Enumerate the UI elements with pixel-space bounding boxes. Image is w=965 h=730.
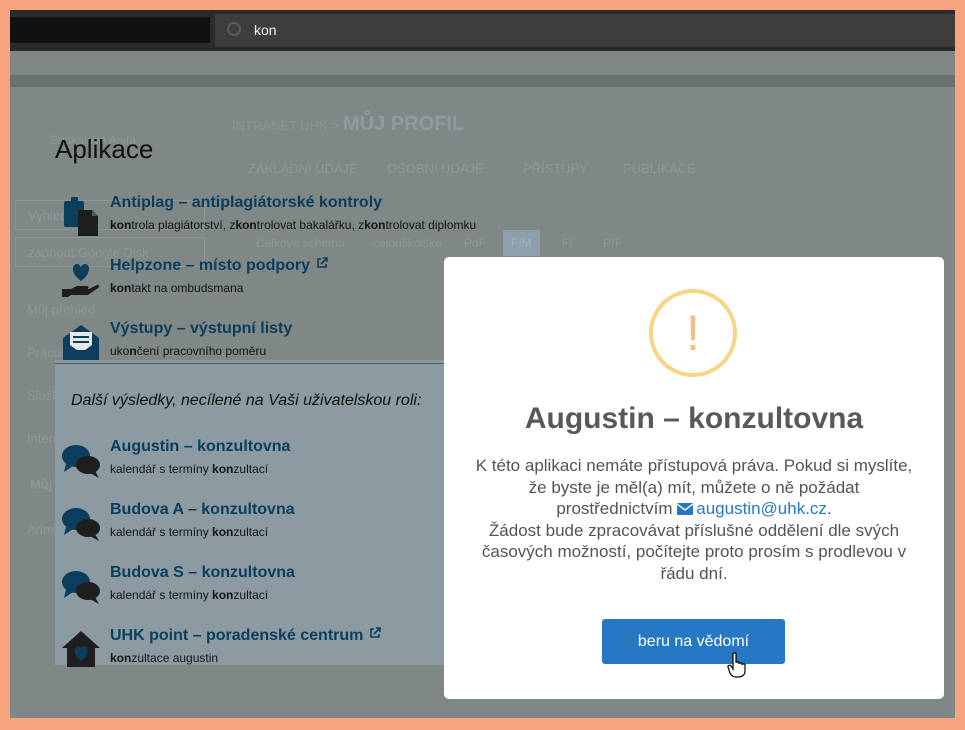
filter-5[interactable]: PřF [595, 230, 630, 256]
match-highlight: kon [110, 218, 132, 232]
desc-text: čení pracovního poměru [136, 344, 267, 358]
chat-bubbles-icon [62, 571, 100, 604]
app-title: Výstupy – výstupní listy [110, 320, 293, 337]
warning-glyph: ! [686, 305, 700, 361]
app-item-budova-s[interactable]: Budova S – konzultovna kalendář s termín… [60, 564, 445, 614]
match-highlight: n [129, 344, 137, 358]
desc-text: zultací [233, 588, 269, 602]
browser-viewport: kon Soukalová Anita INTRANET UHK > MŮJ PR… [10, 10, 955, 718]
warning-icon: ! [649, 289, 737, 377]
results-divider [55, 363, 445, 364]
match-highlight: kon [110, 651, 132, 665]
match-highlight: kon [364, 218, 386, 232]
app-description: kalendář s termíny konzultací [110, 462, 268, 476]
search-query-text: kon [254, 22, 277, 38]
acknowledge-button[interactable]: beru na vědomí [602, 619, 785, 664]
access-denied-dialog: ! Augustin – konzultovna K této aplikaci… [444, 257, 944, 699]
match-highlight: kon [212, 462, 234, 476]
desc-text: trola plagiátorství, z [131, 218, 236, 232]
app-item-antiplag[interactable]: Antiplag – antiplagiátorské kontroly kon… [60, 194, 476, 244]
tab-2[interactable]: PŘÍSTUPY [523, 161, 588, 176]
email-address: augustin@uhk.cz [696, 499, 827, 518]
search-icon [227, 22, 241, 36]
dialog-title: Augustin – konzultovna [524, 402, 864, 435]
desc-text: trolovat bakalářku, z [256, 218, 365, 232]
app-description: kalendář s termíny konzultací [110, 525, 268, 539]
envelope-icon [63, 325, 99, 360]
desc-text: kalendář s termíny [110, 588, 213, 602]
desc-text: kalendář s termíny [110, 525, 213, 539]
mail-icon [676, 503, 694, 515]
search-input[interactable]: kon [215, 14, 955, 47]
filter-4[interactable]: FF [554, 230, 585, 256]
desc-text: zultace augustin [131, 651, 219, 665]
app-item-helpzone[interactable]: Helpzone – místo podpory kontakt na ombu… [60, 257, 445, 307]
external-link-icon [370, 627, 382, 638]
app-title: UHK point – poradenské centrum [110, 627, 382, 645]
dialog-message-part3: Žádost bude zpracovávat příslušné odděle… [481, 520, 907, 583]
desc-text: takt na ombudsmana [131, 281, 244, 295]
app-description: konzultace augustin [110, 651, 218, 665]
top-search-bar: kon [10, 10, 955, 51]
app-description: ukončení pracovního poměru [110, 344, 266, 358]
match-highlight: kon [235, 218, 257, 232]
dialog-message: K této aplikaci nemáte přístupová práva.… [474, 455, 914, 584]
app-title: Augustin – konzultovna [110, 438, 291, 455]
desc-text: zultací [233, 462, 269, 476]
desc-text: trolovat diplomku [385, 218, 477, 232]
app-item-budova-a[interactable]: Budova A – konzultovna kalendář s termín… [60, 501, 445, 551]
match-highlight: kon [212, 588, 234, 602]
chat-bubbles-icon [62, 508, 100, 541]
apps-results-panel: Aplikace Antiplag – antiplagiátorské kon… [55, 130, 476, 667]
app-title: Antiplag – antiplagiátorské kontroly [110, 194, 383, 211]
app-description: kalendář s termíny konzultací [110, 588, 268, 602]
logo-area [10, 17, 210, 43]
filter-3[interactable]: FIM [503, 230, 540, 256]
desc-text: uko [110, 344, 130, 358]
app-title-text: Helpzone – místo podpory [110, 257, 311, 274]
filter-2[interactable]: PdF [456, 230, 494, 256]
app-description: kontrola plagiátorství, zkontrolovat bak… [110, 218, 476, 232]
external-link-icon [317, 257, 328, 268]
match-highlight: kon [110, 281, 132, 295]
other-results-label: Další výsledky, necílené na Vaši uživate… [71, 392, 422, 409]
match-highlight: kon [212, 525, 234, 539]
email-link[interactable]: augustin@uhk.cz [676, 499, 827, 518]
chat-bubbles-icon [62, 445, 100, 478]
app-title: Budova A – konzultovna [110, 501, 295, 518]
tab-3[interactable]: PUBLIKACE [623, 161, 696, 176]
app-title: Budova S – konzultovna [110, 564, 295, 581]
house-heart-icon [62, 631, 100, 667]
hand-cursor-icon [727, 652, 746, 678]
app-title: Helpzone – místo podpory [110, 257, 328, 275]
dialog-message-part2: . [826, 499, 832, 518]
heart-hand-icon [62, 264, 100, 297]
documents-icon [64, 197, 98, 236]
desc-text: zultací [233, 525, 269, 539]
app-title-text: UHK point – poradenské centrum [110, 627, 364, 644]
app-item-augustin[interactable]: Augustin – konzultovna kalendář s termín… [60, 438, 445, 488]
app-description: kontakt na ombudsmana [110, 281, 243, 295]
apps-heading: Aplikace [55, 134, 154, 164]
app-item-uhk-point[interactable]: UHK point – poradenské centrum konzultac… [60, 627, 445, 677]
desc-text: kalendář s termíny [110, 462, 213, 476]
header-divider [10, 75, 955, 87]
